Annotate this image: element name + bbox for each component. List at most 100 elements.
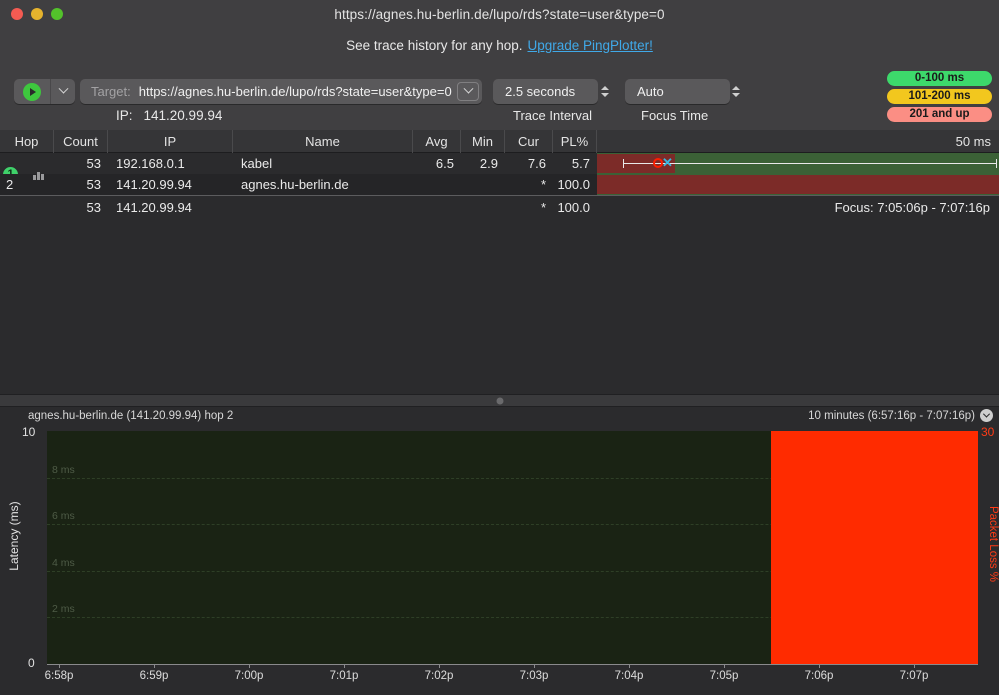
- promo-bar: See trace history for any hop. Upgrade P…: [0, 28, 999, 62]
- gridline-label-8ms: 8 ms: [52, 464, 75, 476]
- trace-control-group: [14, 79, 75, 104]
- cell-count: 53: [86, 156, 101, 171]
- cell-cur: *: [540, 200, 546, 215]
- bar-chart-icon[interactable]: [33, 171, 44, 180]
- graph-range-label: 10 minutes (6:57:16p - 7:07:16p): [808, 409, 975, 422]
- x-tick-label: 7:07p: [899, 670, 929, 682]
- graph-options-button[interactable]: [980, 409, 993, 422]
- target-label: Target:: [91, 84, 131, 99]
- latency-band-red: [597, 175, 999, 194]
- cell-cur: 7.6: [527, 156, 546, 171]
- table-row[interactable]: 1 53 192.168.0.1 kabel 6.5 2.9 7.6 5.7 ✕: [0, 153, 999, 182]
- legend-item-201-and-up: 201 and up: [887, 107, 992, 122]
- splitter-handle-icon: [496, 397, 503, 404]
- hop-number: 2: [6, 177, 14, 192]
- summary-row: 53 141.20.99.94 * 100.0 Focus: 7:05:06p …: [0, 195, 999, 219]
- graph-header: agnes.hu-berlin.de (141.20.99.94) hop 2 …: [0, 407, 999, 424]
- pingplotter-window: https://agnes.hu-berlin.de/lupo/rds?stat…: [0, 0, 999, 695]
- latency-legend: 0-100 ms 101-200 ms 201 and up: [887, 71, 992, 125]
- cell-avg: 6.5: [435, 156, 454, 171]
- title-bar: https://agnes.hu-berlin.de/lupo/rds?stat…: [0, 0, 999, 28]
- column-header-min[interactable]: Min: [461, 129, 505, 153]
- plot-area[interactable]: [47, 431, 978, 664]
- start-trace-button[interactable]: [14, 79, 51, 104]
- hop-table: Hop Count IP Name Avg Min Cur PL% 50 ms …: [0, 129, 999, 394]
- cell-ip: 141.20.99.94: [116, 177, 192, 192]
- column-header-hop[interactable]: Hop: [0, 129, 54, 153]
- cell-min: [461, 197, 505, 218]
- trace-interval-value: 2.5 seconds: [505, 84, 576, 99]
- column-header-graph-scale: 50 ms: [955, 133, 991, 149]
- cell-count: 53: [86, 177, 101, 192]
- x-tick-label: 7:05p: [709, 670, 739, 682]
- cell-pl: 5.7: [571, 156, 590, 171]
- table-row[interactable]: 2 53 141.20.99.94 agnes.hu-berlin.de * 1…: [0, 171, 999, 195]
- column-header-ip[interactable]: IP: [108, 129, 233, 153]
- focus-time-value: Auto: [637, 84, 664, 99]
- ip-label: IP:: [116, 108, 133, 123]
- y-axis-title: Latency (ms): [7, 501, 21, 571]
- whisker-min-cap: [623, 159, 624, 168]
- window-title: https://agnes.hu-berlin.de/lupo/rds?stat…: [334, 6, 665, 22]
- y-axis-min-label: 0: [28, 656, 35, 670]
- cell-avg: [413, 174, 461, 195]
- plot-wrapper: 10 0 30 Latency (ms) Packet Loss % 8 ms …: [0, 424, 999, 695]
- whisker-max-cap: [996, 159, 997, 168]
- x-axis-line: [47, 664, 978, 665]
- ip-value: 141.20.99.94: [143, 108, 223, 123]
- timeline-graph-panel: agnes.hu-berlin.de (141.20.99.94) hop 2 …: [0, 407, 999, 695]
- row-latency-graph[interactable]: ✕: [597, 153, 999, 174]
- trace-options-dropdown-button[interactable]: [51, 79, 75, 104]
- y-axis-right-title: Packet Loss %: [987, 505, 999, 583]
- chevron-down-icon: [58, 83, 68, 94]
- upgrade-link[interactable]: Upgrade PingPlotter!: [528, 38, 653, 53]
- table-header: Hop Count IP Name Avg Min Cur PL% 50 ms: [0, 129, 999, 153]
- row-latency-graph[interactable]: [597, 174, 999, 195]
- x-tick-label: 7:00p: [234, 670, 264, 682]
- packet-loss-block: [771, 431, 978, 664]
- target-value: https://agnes.hu-berlin.de/lupo/rds?stat…: [138, 84, 452, 99]
- current-marker-icon: ✕: [662, 155, 673, 170]
- focus-time-caption: Focus Time: [641, 108, 709, 123]
- panel-splitter[interactable]: [0, 394, 999, 407]
- y-axis-max-label: 10: [22, 425, 36, 439]
- trace-interval-input[interactable]: 2.5 seconds: [493, 79, 598, 104]
- graph-title: agnes.hu-berlin.de (141.20.99.94) hop 2: [28, 409, 234, 422]
- column-header-avg[interactable]: Avg: [413, 129, 461, 153]
- toolbar: Target: https://agnes.hu-berlin.de/lupo/…: [0, 62, 999, 130]
- x-tick-label: 7:06p: [804, 670, 834, 682]
- cell-ip: 141.20.99.94: [116, 200, 192, 215]
- gridline-label-6ms: 6 ms: [52, 510, 75, 522]
- cell-min: [461, 174, 505, 195]
- cell-ip: 192.168.0.1: [116, 156, 185, 171]
- cell-name: [233, 197, 413, 218]
- column-header-cur[interactable]: Cur: [505, 129, 553, 153]
- promo-text: See trace history for any hop.: [346, 37, 523, 53]
- cell-name: agnes.hu-berlin.de: [241, 177, 349, 192]
- column-header-name[interactable]: Name: [233, 129, 413, 153]
- cell-avg: [413, 197, 461, 218]
- column-header-count[interactable]: Count: [54, 129, 108, 153]
- cell-cur: *: [540, 177, 546, 192]
- legend-item-0-100ms: 0-100 ms: [887, 71, 992, 86]
- gridline-label-2ms: 2 ms: [52, 603, 75, 615]
- gridline-label-4ms: 4 ms: [52, 557, 75, 569]
- x-tick-label: 7:04p: [614, 670, 644, 682]
- focus-time-input[interactable]: Auto: [625, 79, 730, 104]
- legend-item-101-200ms: 101-200 ms: [887, 89, 992, 104]
- cell-count: 53: [86, 200, 101, 215]
- play-icon: [23, 82, 41, 101]
- trace-interval-caption: Trace Interval: [513, 108, 592, 123]
- cell-name: kabel: [241, 156, 273, 171]
- column-header-pl[interactable]: PL%: [553, 129, 597, 153]
- resolved-ip: IP: 141.20.99.94: [116, 108, 222, 123]
- focus-range-label: Focus: 7:05:06p - 7:07:16p: [834, 200, 990, 215]
- target-input[interactable]: Target: https://agnes.hu-berlin.de/lupo/…: [80, 79, 482, 104]
- cell-pl: 100.0: [557, 200, 590, 215]
- target-history-dropdown-button[interactable]: [457, 82, 479, 101]
- focus-time-stepper[interactable]: [729, 80, 742, 103]
- y-axis-right-max-label: 30: [981, 425, 995, 439]
- cell-pl: 100.0: [557, 177, 590, 192]
- trace-interval-stepper[interactable]: [598, 80, 611, 103]
- x-tick-label: 7:02p: [424, 670, 454, 682]
